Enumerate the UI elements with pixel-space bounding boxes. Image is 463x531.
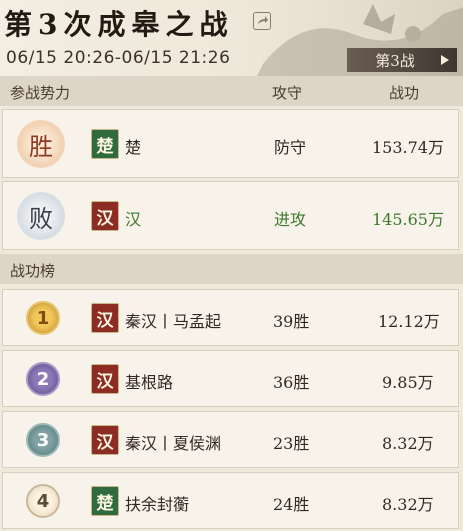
faction-row[interactable]: 败 汉 汉 进攻 145.65万	[2, 181, 459, 250]
col-force-label: 参战势力	[10, 84, 71, 102]
col-merit-label: 战功	[389, 84, 420, 102]
player-merit: 8.32万	[382, 495, 434, 514]
result-label: 胜	[29, 132, 53, 161]
ranking-row[interactable]: 3 汉 秦汉丨夏侯渊 23胜 8.32万	[2, 411, 459, 468]
faction-badge-han: 汉	[91, 201, 119, 231]
battle-time-range: 06/15 20:26-06/15 21:26	[6, 48, 231, 68]
faction-badge-han: 汉	[91, 364, 119, 394]
page-title: 第3次成皋之战	[4, 8, 234, 41]
share-icon[interactable]	[253, 12, 271, 30]
player-wins: 39胜	[273, 312, 310, 331]
faction-merit: 145.65万	[372, 210, 444, 229]
faction-row[interactable]: 胜 楚 楚 防守 153.74万	[2, 109, 459, 178]
player-name: 扶余封蘅	[125, 495, 190, 514]
faction-name: 楚	[125, 138, 142, 157]
player-wins: 23胜	[273, 434, 310, 453]
player-name: 秦汉丨马孟起	[125, 312, 222, 331]
ranking-row[interactable]: 4 楚 扶余封蘅 24胜 8.32万	[2, 472, 459, 529]
rank-2-medal-icon: 2	[26, 362, 60, 396]
battle-header: 第3次成皋之战 06/15 20:26-06/15 21:26 第3战	[0, 0, 463, 76]
player-wins: 24胜	[273, 495, 310, 514]
player-wins: 36胜	[273, 373, 310, 392]
faction-badge-han: 汉	[91, 303, 119, 333]
faction-badge-chu: 楚	[91, 486, 119, 516]
result-label: 败	[29, 204, 53, 233]
rank-1-medal-icon: 1	[26, 301, 60, 335]
player-name: 基根路	[125, 373, 174, 392]
player-name: 秦汉丨夏侯渊	[125, 434, 222, 453]
col-side-label: 攻守	[272, 84, 303, 102]
faction-merit: 153.74万	[372, 138, 444, 157]
ranking-header-bar: 战功榜	[0, 254, 463, 284]
faction-badge-han: 汉	[91, 425, 119, 455]
faction-side: 防守	[274, 138, 307, 157]
share-arrow-icon	[258, 16, 268, 24]
rank-3-medal-icon: 3	[26, 423, 60, 457]
faction-side: 进攻	[274, 210, 307, 229]
victory-seal-icon: 胜	[17, 120, 65, 168]
player-merit: 8.32万	[382, 434, 434, 453]
faction-name: 汉	[125, 210, 142, 229]
faction-badge-chu: 楚	[91, 129, 119, 159]
factions-header-bar: 参战势力 攻守 战功	[0, 76, 463, 106]
ranking-row[interactable]: 2 汉 基根路 36胜 9.85万	[2, 350, 459, 407]
player-merit: 9.85万	[382, 373, 434, 392]
ranking-row[interactable]: 1 汉 秦汉丨马孟起 39胜 12.12万	[2, 289, 459, 346]
battle-select-label: 第3战	[375, 51, 415, 70]
defeat-seal-icon: 败	[17, 192, 65, 240]
player-merit: 12.12万	[378, 312, 440, 331]
rank-4-medal-icon: 4	[26, 484, 60, 518]
ranking-title: 战功榜	[10, 262, 56, 280]
triangle-right-icon	[441, 55, 449, 65]
battle-select-button[interactable]: 第3战	[347, 48, 457, 72]
